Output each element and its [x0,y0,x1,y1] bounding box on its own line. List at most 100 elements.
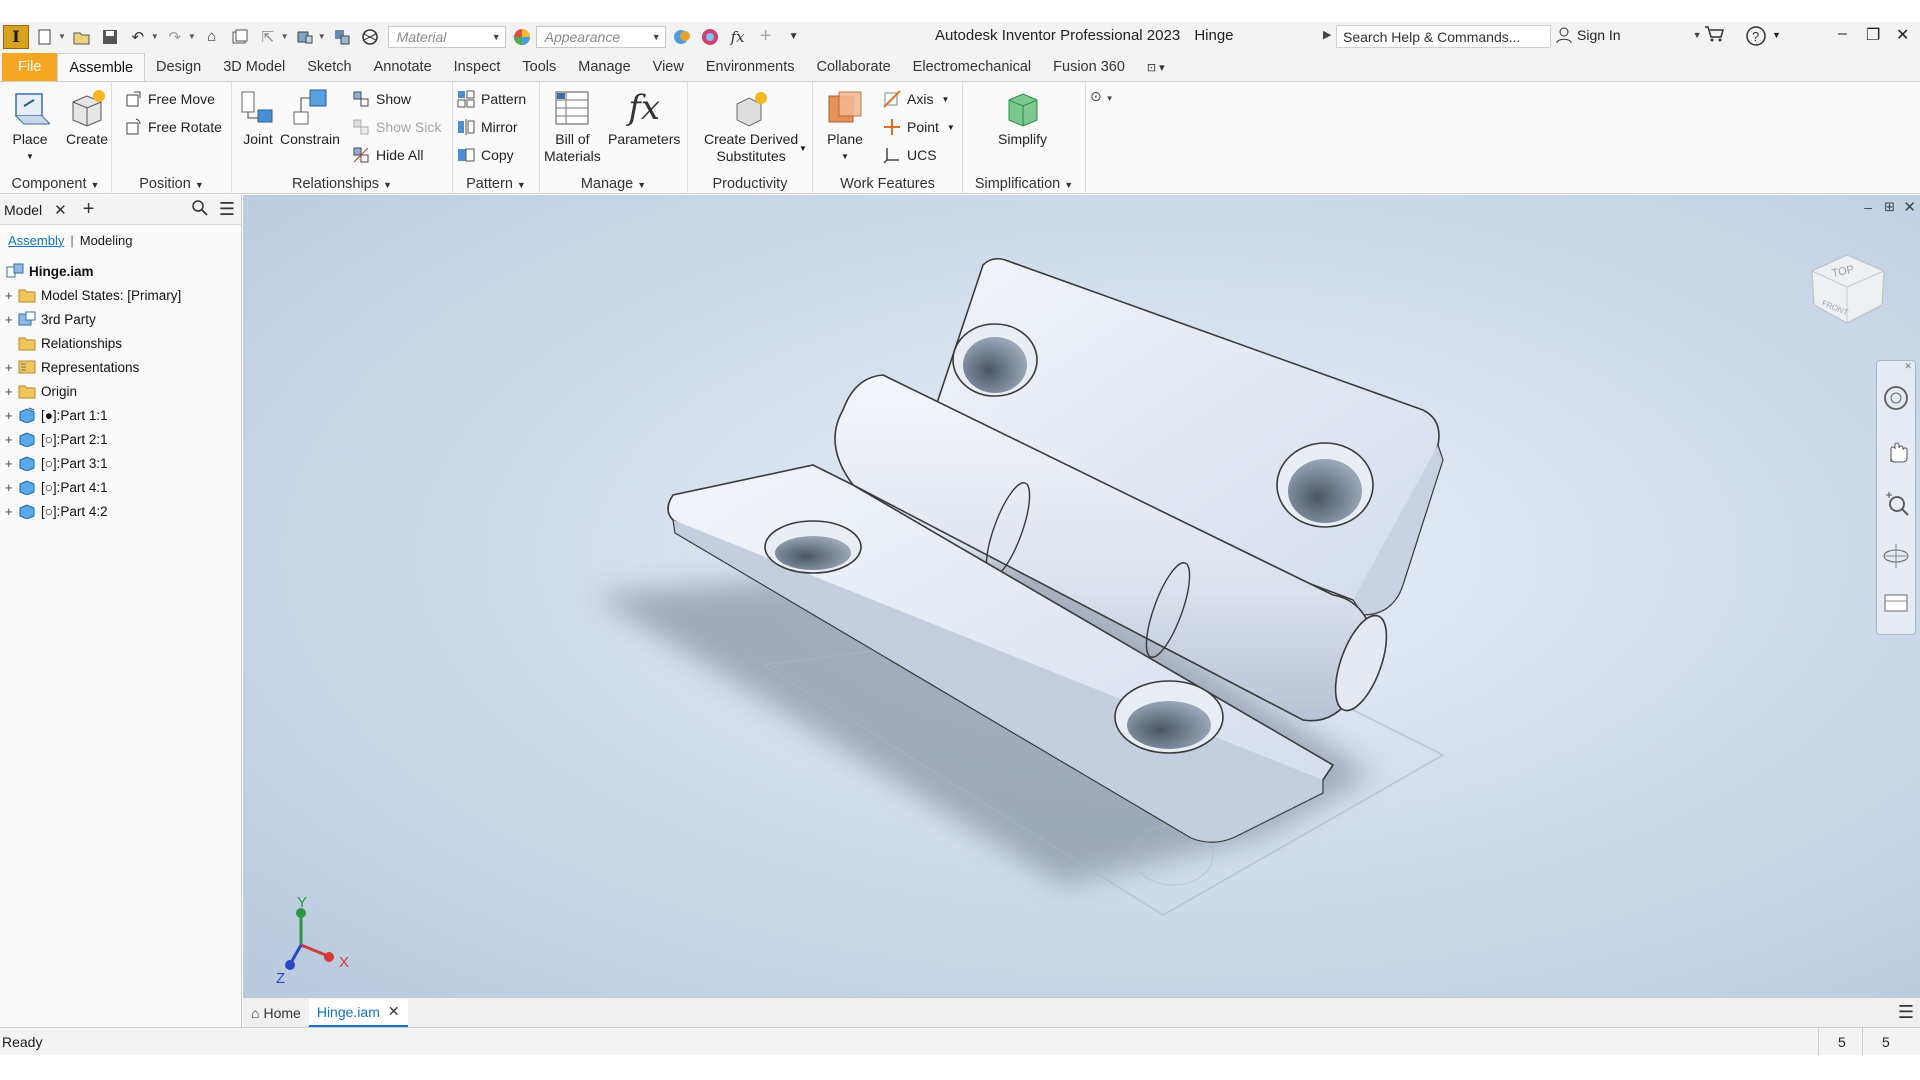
close-browser-tab-icon[interactable]: ✕ [54,201,67,219]
help-icon[interactable]: ? [1745,25,1767,52]
clear-appearance-icon[interactable] [698,26,722,48]
create-derived-substitutes-button[interactable]: Create Derived Substitutes [704,88,798,165]
ribbon-display-options-icon[interactable]: ⊡ ▾ [1136,53,1176,81]
tab-environments[interactable]: Environments [695,53,806,81]
redo-dropdown-icon[interactable]: ▼ [188,32,196,41]
customize-dropdown-icon[interactable]: ▼ [782,26,806,48]
tree-root[interactable]: Hinge.iam [0,259,241,283]
nav-bar-close-icon[interactable]: ✕ [1904,361,1912,372]
expand-icon[interactable]: + [5,408,15,423]
sign-in-dropdown-icon[interactable]: ▼ [1693,30,1702,40]
tab-inspect[interactable]: Inspect [443,53,512,81]
tree-item[interactable]: + [○]:Part 2:1 [0,427,241,451]
help-dropdown-icon[interactable]: ▼ [1772,30,1781,40]
new-file-icon[interactable] [33,26,57,48]
expand-icon[interactable]: + [5,480,15,495]
expand-icon[interactable]: + [5,288,15,303]
browser-tab-model[interactable]: Model [0,202,42,218]
constrain-button[interactable]: Constrain [280,88,340,148]
tree-item[interactable]: + [○]:Part 4:1 [0,475,241,499]
look-at-icon[interactable] [1881,587,1911,617]
material-combo[interactable]: Material ▼ [387,25,506,48]
tree-item[interactable]: + [●]:Part 1:1 [0,403,241,427]
expand-icon[interactable]: + [5,312,15,327]
tree-item[interactable]: +3rd Party [0,307,241,331]
select-dropdown-icon[interactable]: ▼ [281,32,289,41]
search-input[interactable]: Search Help & Commands... [1336,25,1551,48]
tab-tools[interactable]: Tools [511,53,567,81]
tab-electromechanical[interactable]: Electromechanical [902,53,1042,81]
modeling-view-link[interactable]: Modeling [80,233,133,248]
tab-design[interactable]: Design [145,53,212,81]
parameters-button[interactable]: fx Parameters [608,88,680,148]
ribbon-options-icon[interactable]: ⊙ ▼ [1090,88,1114,105]
steering-wheel-icon[interactable] [1881,383,1911,413]
tab-file[interactable]: File [2,53,58,81]
search-icon[interactable] [191,199,209,220]
cart-icon[interactable] [1704,25,1724,48]
redo-icon[interactable]: ↷ [163,26,187,48]
show-button[interactable]: Show [352,88,411,110]
restore-icon[interactable]: ❐ [1866,25,1880,45]
expand-icon[interactable]: + [5,432,15,447]
group-relationships-label[interactable]: Relationships ▼ [232,176,452,192]
sign-in-button[interactable]: Sign In ▼ [1555,26,1702,44]
group-component-label[interactable]: Component ▼ [0,176,111,192]
group-simplification-label[interactable]: Simplification ▼ [963,176,1085,192]
tab-view[interactable]: View [642,53,695,81]
tree-item[interactable]: + [○]:Part 4:2 [0,499,241,523]
copy-button[interactable]: Copy [457,144,514,166]
hinge-model[interactable] [243,195,1920,997]
tab-collaborate[interactable]: Collaborate [806,53,902,81]
appearance-combo[interactable]: Appearance ▼ [535,25,666,48]
orbit-icon[interactable] [1881,541,1911,571]
ucs-button[interactable]: UCS [883,144,937,166]
hide-all-button[interactable]: Hide All [352,144,423,166]
tree-item[interactable]: Relationships [0,331,241,355]
document-tab-hinge[interactable]: Hinge.iam ✕ [308,998,408,1027]
expand-icon[interactable]: + [5,504,15,519]
home-icon[interactable]: ⌂ [200,26,224,48]
tab-annotate[interactable]: Annotate [363,53,443,81]
browser-menu-icon[interactable]: ☰ [219,199,235,220]
joint-button[interactable]: Joint [238,88,278,148]
free-move-button[interactable]: Free Move [124,88,215,110]
assembly-view-link[interactable]: Assembly [8,233,64,248]
home-tab[interactable]: ⌂ Home [243,999,309,1027]
tab-manage[interactable]: Manage [567,53,641,81]
tab-assemble[interactable]: Assemble [57,53,146,81]
undo-icon[interactable]: ↶ [126,26,150,48]
simplify-button[interactable]: Simplify [998,88,1047,148]
derived-dropdown-icon[interactable]: ▼ [799,144,807,153]
adjust-appearance-icon[interactable] [670,26,694,48]
group-manage-label[interactable]: Manage ▼ [540,176,687,192]
point-button[interactable]: Point ▼ [883,116,955,138]
expand-icon[interactable]: + [5,384,15,399]
measure-icon[interactable] [293,26,317,48]
open-file-icon[interactable] [70,26,94,48]
add-icon[interactable]: + [754,25,778,48]
fx-parameters-icon[interactable]: fx [726,26,750,48]
tree-item[interactable]: + Origin [0,379,241,403]
expand-icon[interactable]: + [5,456,15,471]
mirror-button[interactable]: Mirror [457,116,518,138]
new-dropdown-icon[interactable]: ▼ [58,32,66,41]
app-logo[interactable]: I [3,24,29,49]
create-button[interactable]: Create [66,88,108,148]
close-icon[interactable]: ✕ [1896,25,1909,45]
viewcube[interactable]: TOP FRONT [1802,243,1892,333]
add-browser-tab-icon[interactable]: + [83,198,95,221]
measure-dropdown-icon[interactable]: ▼ [318,32,326,41]
free-rotate-button[interactable]: Free Rotate [124,116,222,138]
expand-search-icon[interactable]: ▶ [1323,28,1331,41]
material-sphere-icon[interactable] [358,26,382,48]
close-document-tab-icon[interactable]: ✕ [388,1003,400,1020]
pan-icon[interactable] [1881,437,1911,467]
minimize-icon[interactable]: – [1838,25,1847,43]
tree-item[interactable]: + [○]:Part 3:1 [0,451,241,475]
bill-of-materials-button[interactable]: Bill of Materials [544,88,601,165]
save-icon[interactable] [98,26,122,48]
zoom-icon[interactable] [1881,489,1911,519]
tab-3d-model[interactable]: 3D Model [212,53,296,81]
expand-icon[interactable]: + [5,360,15,375]
